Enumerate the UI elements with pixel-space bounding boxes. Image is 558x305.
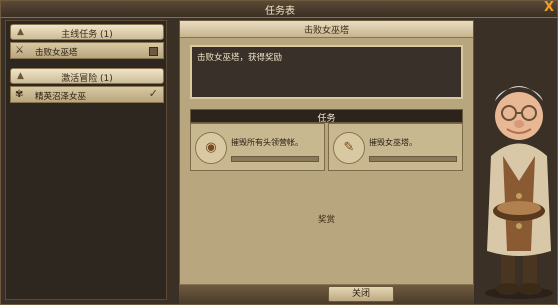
footer-bar: 关闭 xyxy=(179,284,474,304)
active-adventures-header[interactable]: ▲ 激活冒险 (1) xyxy=(10,68,164,84)
check-icon[interactable]: ✓ xyxy=(149,87,158,100)
main-quests-header[interactable]: ▲ 主线任务 (1) xyxy=(10,24,164,40)
adventure-item-swamp-witch[interactable]: ✾ 精英沼泽女巫 ✓ xyxy=(10,86,164,103)
quest-list-panel: ▲ 主线任务 (1) ⚔ 击败女巫塔 ▲ 激活冒险 (1) ✾ 精英沼泽女巫 ✓ xyxy=(5,20,167,300)
task-label: 摧毁所有头领营帐。 xyxy=(231,138,303,147)
tracking-toggle[interactable] xyxy=(149,47,158,56)
rewards-label: 奖赏 xyxy=(317,215,335,225)
quest-book-window: 任务表 X ▲ 主线任务 (1) ⚔ 击败女巫塔 ▲ 激活冒险 (1) ✾ 精英… xyxy=(0,0,558,305)
tasks-header: 任务 xyxy=(190,109,463,124)
scroll-icon: ✎ xyxy=(333,132,365,164)
quest-description-box: 击败女巫塔，获得奖励 xyxy=(190,45,463,99)
task-label: 摧毁女巫塔。 xyxy=(369,138,417,147)
adventure-flower-icon: ✾ xyxy=(15,89,24,100)
quest-title: 击败女巫塔 xyxy=(303,26,349,36)
task-card-destroy-camps: ◉ 摧毁所有头领营帐。 xyxy=(190,123,325,171)
quest-detail-panel: 击败女巫塔 击败女巫塔，获得奖励 任务 ◉ 摧毁所有头领营帐。 ✎ 摧毁女巫塔。… xyxy=(179,20,474,302)
camp-icon: ◉ xyxy=(195,132,227,164)
close-button[interactable]: 关闭 xyxy=(328,286,394,302)
task-progress-bar xyxy=(369,156,457,162)
close-icon[interactable]: X xyxy=(542,1,556,16)
quest-item-witch-tower[interactable]: ⚔ 击败女巫塔 xyxy=(10,42,164,59)
task-card-destroy-tower: ✎ 摧毁女巫塔。 xyxy=(328,123,463,171)
quest-giver-portrait xyxy=(485,86,553,299)
window-title: 任务表 xyxy=(265,6,295,17)
group-label: 激活冒险 (1) xyxy=(61,74,113,84)
quest-title-bar: 击败女巫塔 xyxy=(180,21,473,38)
crossed-swords-icon: ⚔ xyxy=(15,45,24,56)
quest-item-label: 击败女巫塔 xyxy=(35,48,78,58)
adventure-item-label: 精英沼泽女巫 xyxy=(35,92,87,102)
quest-description: 击败女巫塔，获得奖励 xyxy=(197,53,283,63)
title-bar: 任务表 X xyxy=(1,1,557,18)
group-label: 主线任务 (1) xyxy=(61,30,113,40)
task-progress-bar xyxy=(231,156,319,162)
